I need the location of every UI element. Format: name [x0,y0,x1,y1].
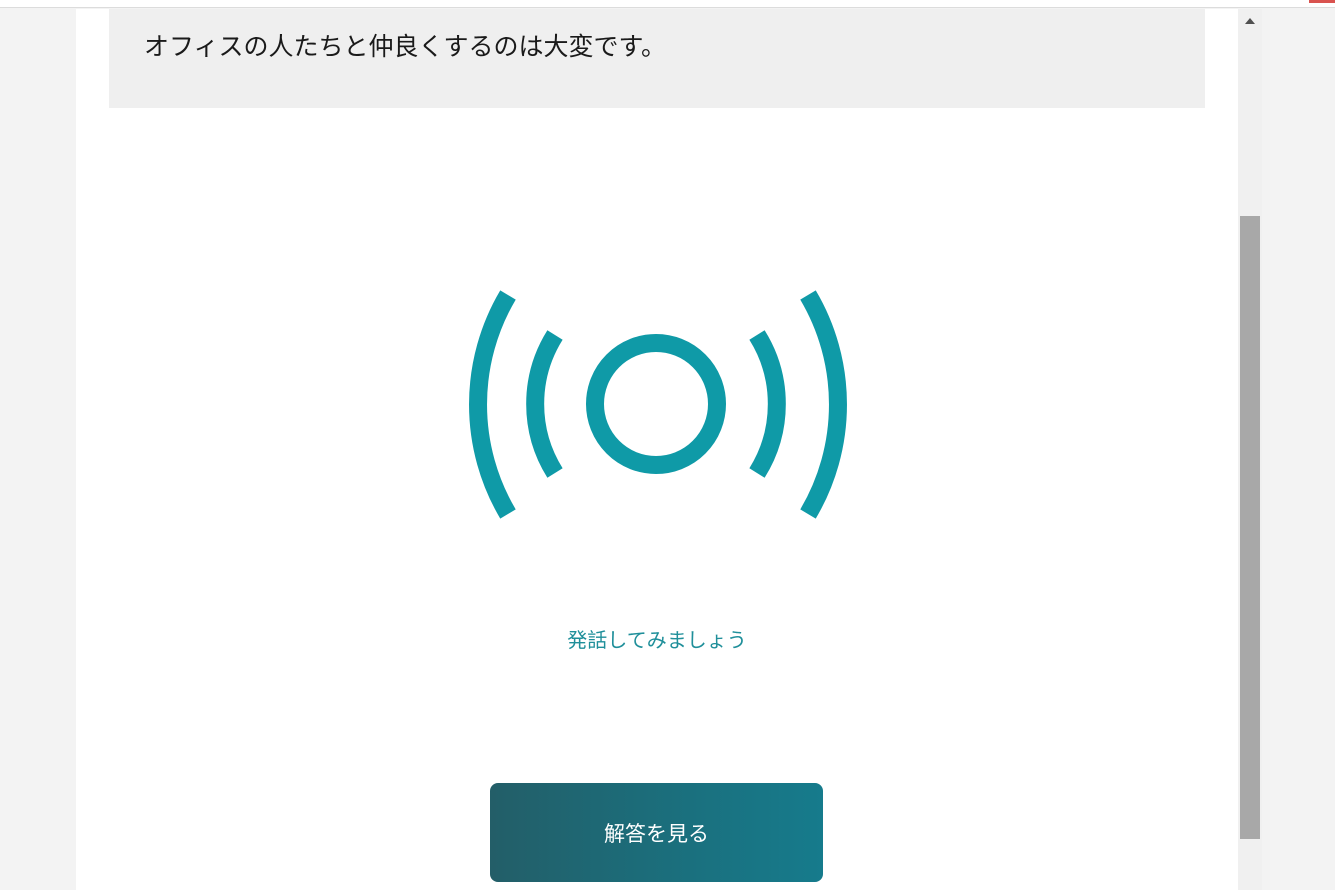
speak-hint: 発話してみましょう [567,628,747,652]
view-answer-button[interactable]: 解答を見る [490,783,823,882]
top-border [0,0,1335,8]
inner-wave-right [749,330,786,478]
arrow-up-icon [1245,18,1255,24]
corner-accent [1309,0,1335,3]
scroll-thumb[interactable] [1240,216,1260,839]
outer-wave-left [469,290,516,519]
prompt-sentence: オフィスの人たちと仲良くするのは大変です。 [144,32,667,61]
broadcast-speaking-icon[interactable] [453,280,863,530]
center-ring [586,334,726,474]
outer-wave-right [800,290,847,519]
inner-wave-left [526,330,563,478]
vertical-scrollbar[interactable] [1238,9,1262,890]
prompt-box: オフィスの人たちと仲良くするのは大変です。 [109,9,1205,108]
exercise-panel: オフィスの人たちと仲良くするのは大変です。 発話してみましょう 解答を見る [76,9,1238,890]
scroll-up-button[interactable] [1238,13,1262,29]
